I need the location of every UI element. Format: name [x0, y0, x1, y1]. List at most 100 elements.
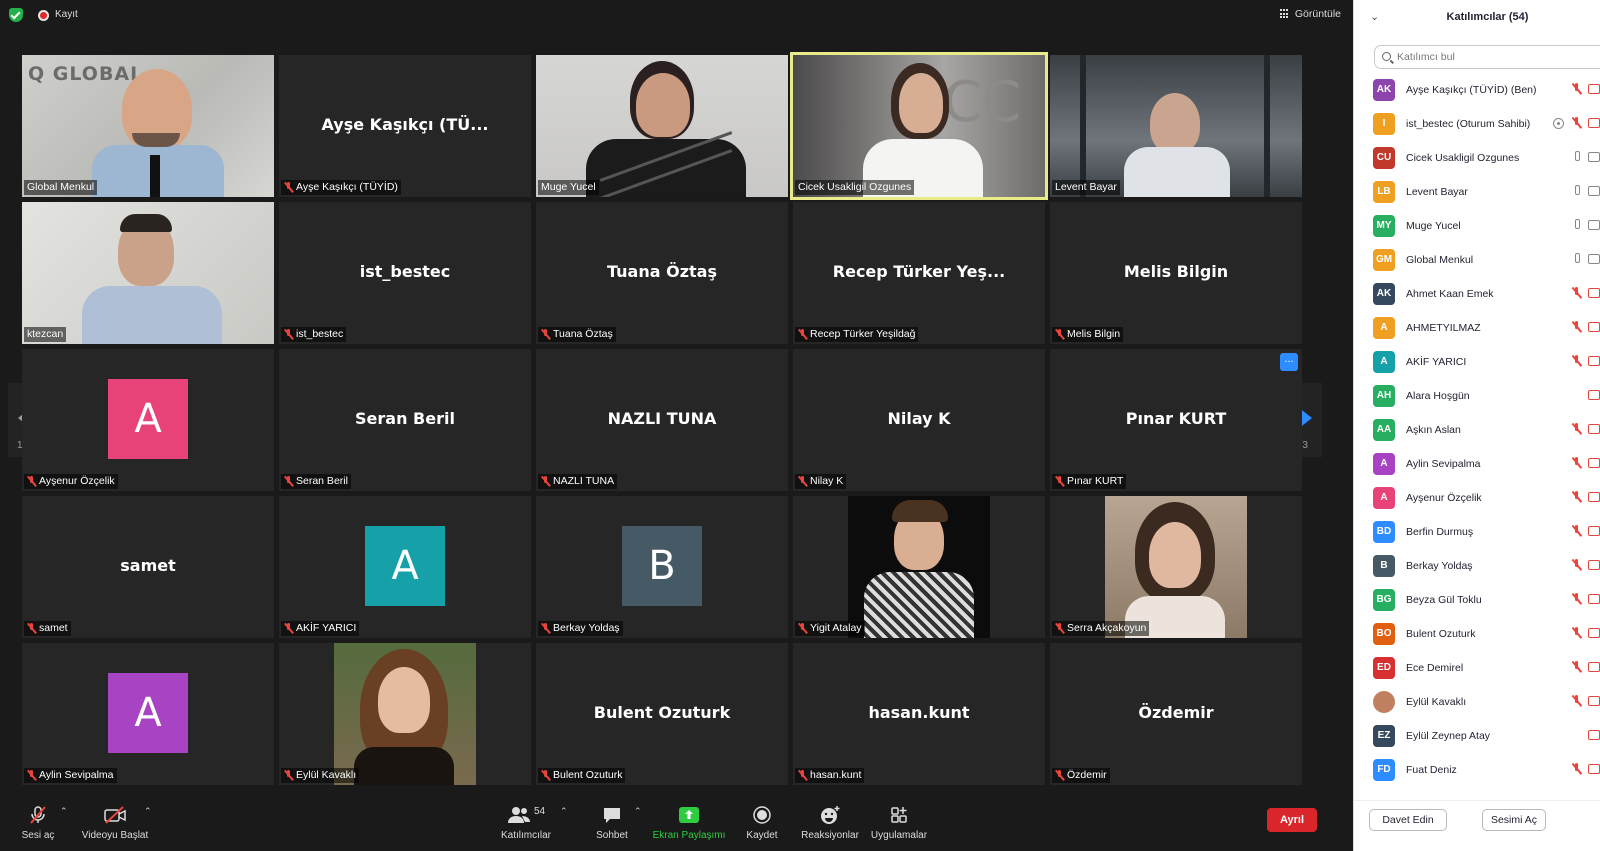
video-tile[interactable]: Recep Türker Yeş... Recep Türker Yeşilda…	[793, 202, 1045, 344]
video-feed: CC	[793, 55, 1045, 197]
share-screen-button[interactable]: Ekran Paylaşımı	[652, 804, 726, 841]
apps-button[interactable]: Uygulamalar	[868, 804, 930, 841]
participant-row[interactable]: AK Ayşe Kaşıkçı (TÜYİD) (Ben)	[1354, 74, 1600, 108]
invite-button[interactable]: Davet Edin	[1369, 809, 1447, 831]
chat-caret-icon[interactable]: ⌃	[634, 806, 642, 816]
video-tile[interactable]: Muge Yucel	[536, 55, 788, 197]
participant-row[interactable]: BO Bulent Ozuturk	[1354, 618, 1600, 652]
video-tile[interactable]: Melis Bilgin Melis Bilgin	[1050, 202, 1302, 344]
security-shield-icon[interactable]	[9, 8, 23, 22]
participant-row[interactable]: Eylül Kavaklı	[1354, 686, 1600, 720]
participant-row[interactable]: GM Global Menkul	[1354, 244, 1600, 278]
reactions-button[interactable]: Reaksiyonlar	[800, 804, 860, 841]
video-tile[interactable]: Seran Beril Seran Beril	[279, 349, 531, 491]
participant-row[interactable]: AH Alara Hoşgün	[1354, 380, 1600, 414]
participant-row[interactable]: EZ Eylül Zeynep Atay	[1354, 720, 1600, 754]
participants-label: Katılımcılar	[500, 830, 551, 841]
participant-row[interactable]: AA Aşkın Aslan	[1354, 414, 1600, 448]
muted-mic-icon	[1055, 329, 1064, 340]
participant-avatar: MY	[1373, 215, 1395, 237]
participant-avatar: A	[1373, 351, 1395, 373]
participant-row[interactable]: A AHMETYILMAZ	[1354, 312, 1600, 346]
participant-row[interactable]: CU Cicek Usakligil Ozgunes	[1354, 142, 1600, 176]
apps-icon	[868, 804, 930, 826]
unmute-label: Sesi aç	[21, 830, 55, 841]
video-tile[interactable]: A Aylin Sevipalma	[22, 643, 274, 785]
chat-button[interactable]: Sohbet	[590, 804, 634, 841]
meeting-area: Kayıt Görüntüle 1/3 1/3 Q GLOBAL	[0, 0, 1353, 851]
video-tile[interactable]: hasan.kunt hasan.kunt	[793, 643, 1045, 785]
participant-name: Berkay Yoldaş	[1406, 560, 1473, 572]
participant-row[interactable]: AK Ahmet Kaan Emek	[1354, 278, 1600, 312]
participant-display-name: NAZLI TUNA	[607, 409, 717, 428]
participant-row[interactable]: A Aylin Sevipalma	[1354, 448, 1600, 482]
participant-name: Levent Bayar	[1406, 186, 1468, 198]
participant-name-label: Cicek Usakligil Ozgunes	[795, 180, 915, 195]
video-tile[interactable]: Tuana Öztaş Tuana Öztaş	[536, 202, 788, 344]
participant-name: Ayşenur Özçelik	[1406, 492, 1482, 504]
share-screen-icon	[652, 804, 726, 826]
video-tile[interactable]: NAZLI TUNA NAZLI TUNA	[536, 349, 788, 491]
participant-name-label: ktezcan	[24, 327, 67, 342]
participant-display-name: Özdemir	[1138, 703, 1214, 722]
participant-row[interactable]: A Ayşenur Özçelik	[1354, 482, 1600, 516]
participant-name: Eylül Zeynep Atay	[1406, 730, 1491, 742]
muted-mic-icon	[1572, 627, 1581, 640]
participant-avatar: BO	[1373, 623, 1395, 645]
participants-button[interactable]: 54 Katılımcılar	[494, 804, 558, 842]
video-tile[interactable]: ktezcan	[22, 202, 274, 344]
muted-mic-icon	[1055, 623, 1064, 634]
video-tile[interactable]: ist_bestec ist_bestec	[279, 202, 531, 344]
participant-row[interactable]: Iist_bestec (Oturum Sahibi)	[1354, 108, 1600, 142]
smiley-icon	[800, 804, 860, 826]
video-tile[interactable]: A AKİF YARICI	[279, 496, 531, 638]
participant-row[interactable]: B Berkay Yoldaş	[1354, 550, 1600, 584]
view-button[interactable]: Görüntüle	[1279, 8, 1341, 20]
video-tile[interactable]: B Berkay Yoldaş	[536, 496, 788, 638]
muted-mic-icon	[284, 182, 293, 193]
video-tile[interactable]: Levent Bayar	[1050, 55, 1302, 197]
video-tile[interactable]: A Ayşenur Özçelik	[22, 349, 274, 491]
participant-search-input[interactable]: Katılımcı bul	[1374, 45, 1600, 69]
start-video-button[interactable]: Videoyu Başlat	[80, 804, 150, 841]
more-options-button[interactable]: ...	[1280, 353, 1298, 371]
meeting-toolbar: Sesi aç ⌃ Videoyu Başlat ⌃ 54 Katılımcıl…	[0, 800, 1353, 851]
video-tile[interactable]: Ayşe Kaşıkçı (TÜ... Ayşe Kaşıkçı (TÜYİD)	[279, 55, 531, 197]
unmute-me-button[interactable]: Sesimi Aç	[1482, 809, 1546, 831]
video-tile[interactable]: samet samet	[22, 496, 274, 638]
active-speaker-tile[interactable]: CC Cicek Usakligil Ozgunes	[790, 52, 1048, 200]
record-button[interactable]: Kaydet	[742, 804, 782, 841]
participant-name-label: Pınar KURT	[1052, 474, 1127, 489]
muted-mic-icon	[1572, 491, 1581, 504]
video-tile[interactable]: Q GLOBAL Global Menkul	[22, 55, 274, 197]
mic-icon	[1572, 185, 1581, 198]
participant-row[interactable]: ED Ece Demirel	[1354, 652, 1600, 686]
unmute-button[interactable]: Sesi aç	[18, 804, 58, 841]
muted-mic-icon	[1572, 457, 1581, 470]
participant-row[interactable]: BD Berfin Durmuş	[1354, 516, 1600, 550]
video-tile[interactable]: Eylül Kavaklı	[279, 643, 531, 785]
video-tile[interactable]: Yigit Atalay	[793, 496, 1045, 638]
audio-options-caret-icon[interactable]: ⌃	[60, 806, 68, 816]
video-tile[interactable]: Özdemir Özdemir	[1050, 643, 1302, 785]
participant-row[interactable]: BG Beyza Gül Toklu	[1354, 584, 1600, 618]
video-tile[interactable]: Nilay K Nilay K	[793, 349, 1045, 491]
participant-row[interactable]: MY Muge Yucel	[1354, 210, 1600, 244]
participant-row[interactable]: LB Levent Bayar	[1354, 176, 1600, 210]
video-tile[interactable]: Bulent Ozuturk Bulent Ozuturk	[536, 643, 788, 785]
video-tile[interactable]: ... Pınar KURT Pınar KURT	[1050, 349, 1302, 491]
participants-caret-icon[interactable]: ⌃	[560, 806, 568, 816]
participant-row[interactable]: A AKİF YARICI	[1354, 346, 1600, 380]
search-placeholder: Katılımcı bul	[1397, 51, 1455, 63]
camera-off-icon	[1588, 594, 1600, 604]
participant-name: Aşkın Aslan	[1406, 424, 1461, 436]
camera-off-icon	[1588, 628, 1600, 638]
muted-mic-icon	[798, 770, 807, 781]
video-tile[interactable]: Serra Akçakoyun	[1050, 496, 1302, 638]
leave-button[interactable]: Ayrıl	[1267, 808, 1317, 832]
participant-row[interactable]: FD Fuat Deniz	[1354, 754, 1600, 788]
participant-list[interactable]: AK Ayşe Kaşıkçı (TÜYİD) (Ben) Iist_bestec …	[1354, 74, 1600, 796]
video-options-caret-icon[interactable]: ⌃	[144, 806, 152, 816]
participant-avatar: FD	[1373, 759, 1395, 781]
participant-display-name: Bulent Ozuturk	[593, 703, 731, 722]
